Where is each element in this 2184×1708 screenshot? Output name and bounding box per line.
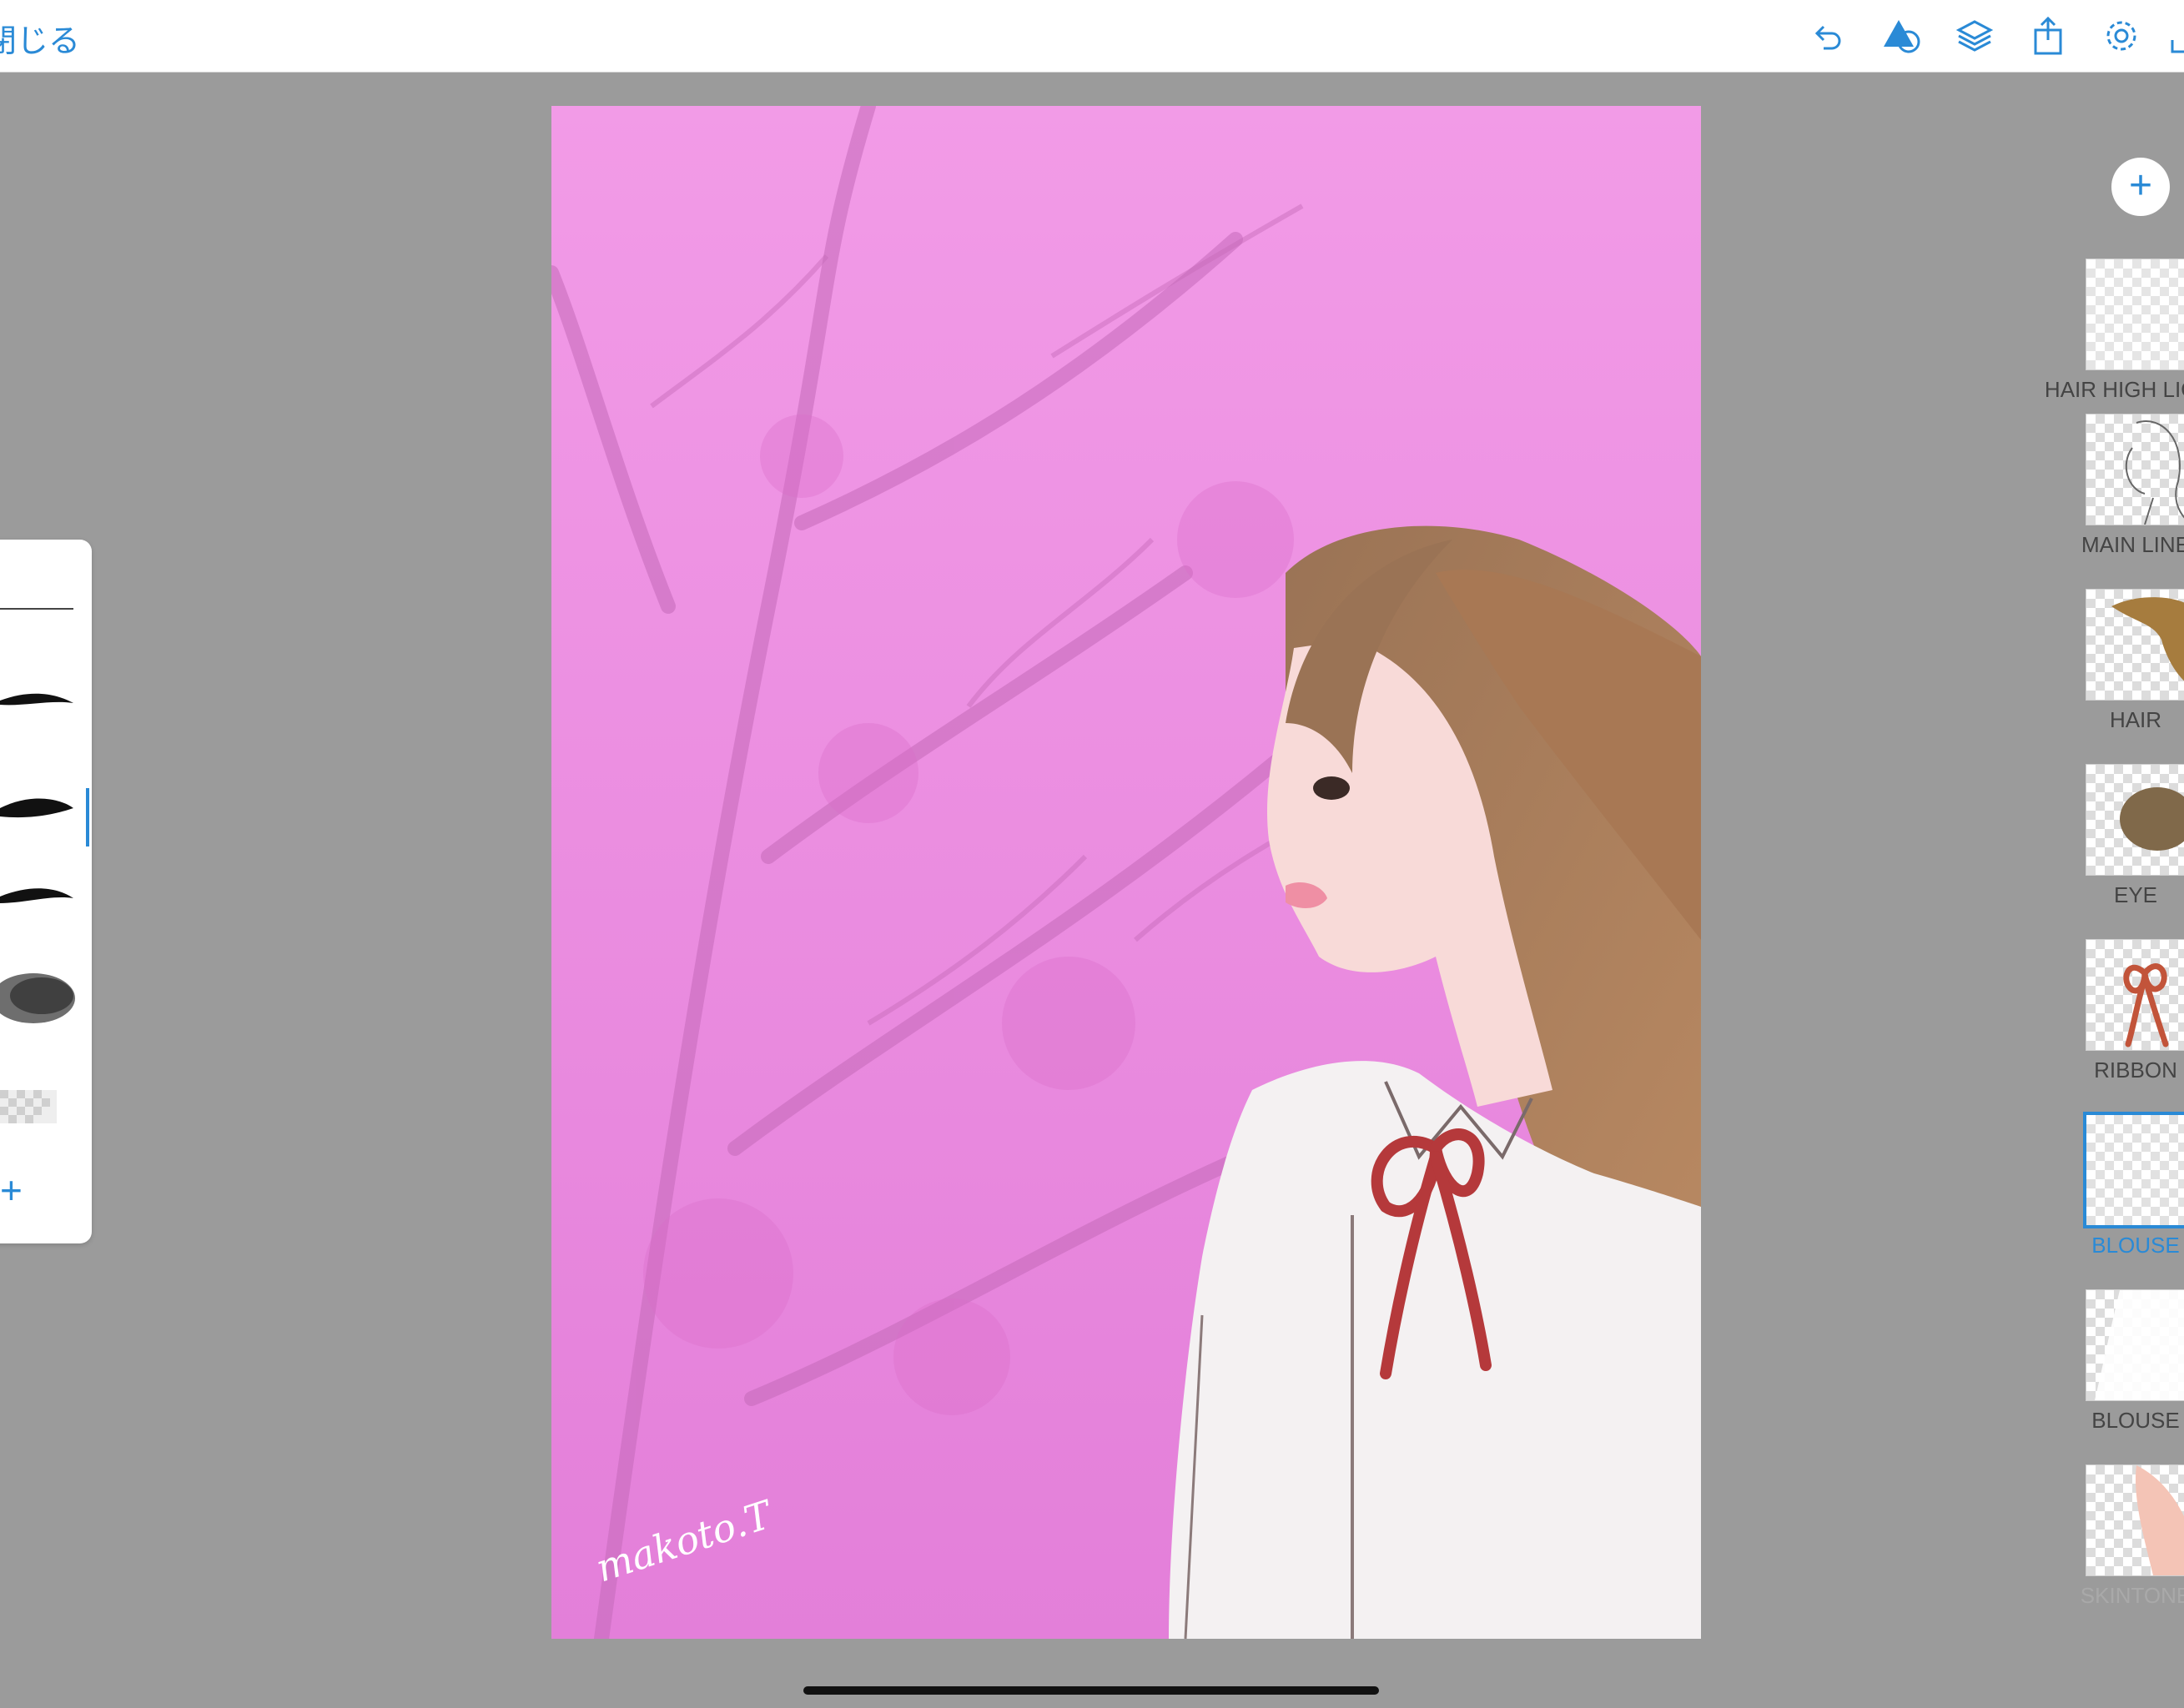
add-brush-button[interactable]: + [0, 1171, 23, 1209]
add-layer-button[interactable]: + [2111, 158, 2170, 216]
layers-icon[interactable] [1954, 15, 1995, 57]
layer-label: HAIR [2109, 707, 2162, 732]
undo-icon[interactable] [1807, 15, 1849, 57]
home-indicator[interactable] [803, 1686, 1379, 1695]
top-toolbar: 閉じる [0, 0, 2184, 73]
fullscreen-icon[interactable] [2169, 15, 2184, 57]
shapes-icon[interactable] [1880, 15, 1922, 57]
layer-label: BLOUSE [2091, 1233, 2180, 1258]
layer-item[interactable]: SKINTONE [2052, 1464, 2184, 1631]
brush-eraser[interactable] [0, 1090, 75, 1123]
brush-tapered-1[interactable] [0, 688, 75, 713]
layer-thumbnail [2086, 764, 2184, 876]
drawing-canvas[interactable]: makoto.T [551, 106, 1701, 1639]
layer-item[interactable]: EYE [2052, 764, 2184, 931]
layer-item[interactable]: RIBBON [2052, 939, 2184, 1106]
layer-label: BLOUSE [2091, 1408, 2180, 1433]
layer-label: HAIR HIGH LIGHT [2044, 377, 2184, 402]
brush-tapered-2[interactable] [0, 791, 75, 825]
layer-thumbnail [2083, 1112, 2184, 1228]
layer-thumbnail [2086, 1464, 2184, 1576]
brush-tapered-3[interactable] [0, 882, 75, 910]
layer-item[interactable]: HAIR [2052, 589, 2184, 756]
layer-label: SKINTONE [2080, 1583, 2184, 1608]
layer-item-selected[interactable]: BLOUSE [2052, 1112, 2184, 1281]
layer-thumbnail [2086, 1289, 2184, 1401]
layer-item[interactable]: BLOUSE [2052, 1289, 2184, 1456]
brush-panel: + [0, 540, 92, 1243]
share-icon[interactable] [2027, 15, 2069, 57]
settings-icon[interactable] [2101, 15, 2142, 57]
layer-label: EYE [2113, 882, 2158, 907]
layer-label: MAIN LINE [2081, 532, 2184, 557]
layer-label: RIBBON [2094, 1057, 2177, 1083]
brush-selected-indicator [86, 788, 89, 846]
layer-item[interactable]: HAIR HIGH LIGHT [2045, 259, 2184, 425]
layer-thumbnail [2086, 259, 2184, 370]
brush-fine-pen[interactable] [0, 605, 75, 613]
brush-watercolor[interactable] [0, 969, 75, 1027]
layer-thumbnail [2086, 589, 2184, 701]
layer-item[interactable]: MAIN LINE [2052, 414, 2184, 580]
layer-thumbnail [2086, 414, 2184, 525]
layer-thumbnail [2086, 939, 2184, 1051]
close-button[interactable]: 閉じる [0, 15, 80, 61]
